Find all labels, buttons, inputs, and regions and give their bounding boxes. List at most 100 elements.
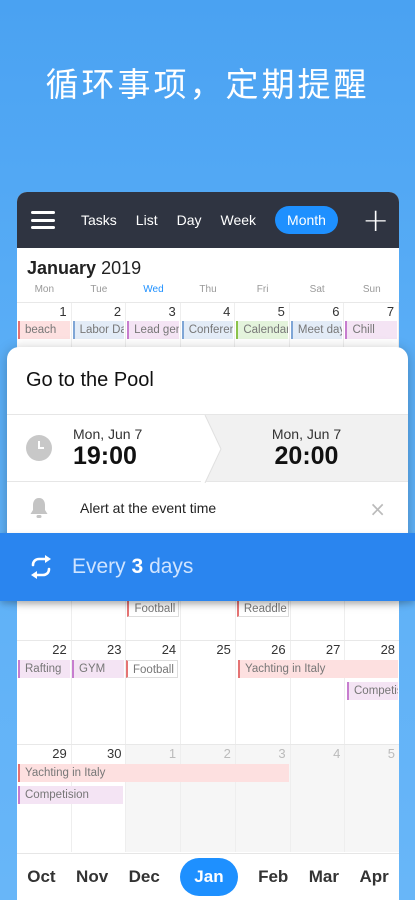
day-number: 1 <box>59 304 67 319</box>
weekday-today: Wed <box>143 284 164 295</box>
day-cell[interactable] <box>181 599 236 640</box>
event-chip[interactable]: Readdle <box>236 599 289 617</box>
event-chip[interactable]: Competision <box>18 786 123 804</box>
month-feb[interactable]: Feb <box>258 867 288 887</box>
day-number: 2 <box>113 304 122 319</box>
day-number: 29 <box>52 746 67 761</box>
month-dec[interactable]: Dec <box>129 867 160 887</box>
day-number: 1 <box>168 746 177 761</box>
weekday: Fri <box>256 284 269 295</box>
day-cell[interactable]: 7 Chill <box>344 303 399 350</box>
menu-icon[interactable] <box>31 211 55 229</box>
day-cell[interactable] <box>72 599 127 640</box>
week-row: Football Readdle <box>17 599 399 640</box>
day-cell[interactable]: 27 <box>291 641 346 744</box>
day-cell[interactable]: 3 <box>235 745 291 852</box>
day-number: 5 <box>277 304 285 319</box>
event-chip[interactable]: Yachting in Italy <box>238 660 398 678</box>
week-row: 29 30 1 2 3 4 5 Yachting in Italy Compet… <box>17 744 400 852</box>
day-number: 28 <box>380 642 396 657</box>
event-chip[interactable]: Conference <box>181 321 234 339</box>
event-chip[interactable]: beach <box>18 321 70 339</box>
repeat-text: Every 3 days <box>72 555 193 579</box>
month-name: January <box>27 258 97 278</box>
day-number: 24 <box>161 642 177 657</box>
day-number: 30 <box>106 746 122 761</box>
event-chip[interactable]: GYM <box>72 660 124 678</box>
day-number: 27 <box>325 642 341 657</box>
day-cell[interactable]: 5 Calendar <box>235 303 290 350</box>
event-chip[interactable]: Competision <box>347 682 398 700</box>
month-mar[interactable]: Mar <box>309 867 339 887</box>
alert-row[interactable]: Alert at the event time × <box>7 482 408 533</box>
day-cell[interactable]: 5 <box>345 745 400 852</box>
day-cell[interactable]: 2 <box>181 745 236 852</box>
day-cell[interactable]: 22 <box>17 641 72 744</box>
day-number: 25 <box>216 642 231 657</box>
start-time-field[interactable]: Mon, Jun 7 19:00 <box>7 415 205 481</box>
tab-week[interactable]: Week <box>221 212 257 228</box>
tab-month[interactable]: Month <box>275 206 338 234</box>
repeat-count: 3 <box>131 555 144 578</box>
time-row: Mon, Jun 7 19:00 Mon, Jun 7 20:00 <box>7 414 408 483</box>
day-cell[interactable] <box>17 599 72 640</box>
month-title: January 2019 <box>17 248 399 284</box>
weekday: Sun <box>362 284 381 295</box>
day-cell[interactable]: 2 Labor Day <box>72 303 127 350</box>
add-icon[interactable]: + <box>362 204 389 236</box>
arrow-separator-icon <box>201 415 222 483</box>
day-cell[interactable]: Readdle <box>236 599 291 640</box>
event-chip[interactable]: Rafting <box>18 660 70 678</box>
year: 2019 <box>101 258 142 278</box>
end-time-field[interactable]: Mon, Jun 7 20:00 <box>205 415 408 481</box>
end-day: Mon, Jun 7 <box>271 425 342 442</box>
event-chip[interactable]: Football <box>127 599 180 617</box>
repeat-suffix: days <box>149 555 194 578</box>
tab-list[interactable]: List <box>136 212 158 228</box>
day-number: 6 <box>332 304 340 319</box>
event-chip[interactable]: Yachting in Italy <box>18 764 289 782</box>
day-cell[interactable] <box>345 599 399 640</box>
alert-text: Alert at the event time <box>80 499 217 516</box>
event-chip[interactable]: Labor Day <box>72 321 125 339</box>
day-number: 23 <box>106 642 122 657</box>
start-time-block: Mon, Jun 7 19:00 <box>73 426 142 471</box>
month-jan[interactable]: Jan <box>180 858 238 896</box>
event-title[interactable]: Go to the Pool <box>7 347 408 414</box>
day-cell[interactable]: 4 Conference <box>181 303 236 350</box>
weekday-header: Mon Tue Wed Thu Fri Sat Sun <box>17 284 399 302</box>
month-apr[interactable]: Apr <box>359 867 388 887</box>
calendar-lower: Football Readdle 22 23 24 25 26 27 28 Ra… <box>17 599 400 852</box>
event-chip[interactable]: Calendar <box>236 321 288 339</box>
start-time: 19:00 <box>73 441 137 470</box>
end-time: 20:00 <box>274 441 339 470</box>
day-cell[interactable]: 3 Lead gen <box>126 303 181 350</box>
day-number: 3 <box>278 746 286 761</box>
tab-day[interactable]: Day <box>177 212 202 228</box>
day-cell[interactable]: 4 <box>290 745 346 852</box>
day-number: 26 <box>271 642 286 657</box>
headline: 循环事项，定期提醒 <box>45 65 370 104</box>
day-cell[interactable]: Football <box>126 599 182 640</box>
day-cell[interactable]: 25 <box>181 641 236 744</box>
day-cell[interactable]: 1 beach <box>17 303 72 350</box>
repeat-icon <box>31 555 51 579</box>
day-cell[interactable]: 26 <box>236 641 291 744</box>
event-chip[interactable]: Chill <box>345 321 398 339</box>
day-cell[interactable]: 24 <box>126 641 182 744</box>
month-nov[interactable]: Nov <box>76 867 108 887</box>
day-cell[interactable] <box>291 599 346 640</box>
repeat-bar[interactable]: Every 3 days <box>0 533 415 601</box>
close-icon[interactable]: × <box>369 497 386 521</box>
day-cell[interactable]: 1 <box>126 745 182 852</box>
day-cell[interactable]: 6 Meet day <box>290 303 345 350</box>
day-number: 4 <box>333 746 341 761</box>
event-chip[interactable]: Lead gen <box>127 321 179 339</box>
top-toolbar: Tasks List Day Week Month + <box>17 192 399 248</box>
month-oct[interactable]: Oct <box>27 867 55 887</box>
event-chip[interactable]: Football <box>126 660 178 678</box>
start-day: Mon, Jun 7 <box>73 425 143 442</box>
tab-tasks[interactable]: Tasks <box>81 212 117 228</box>
day-cell[interactable]: 23 <box>72 641 127 744</box>
event-chip[interactable]: Meet day <box>290 321 343 339</box>
